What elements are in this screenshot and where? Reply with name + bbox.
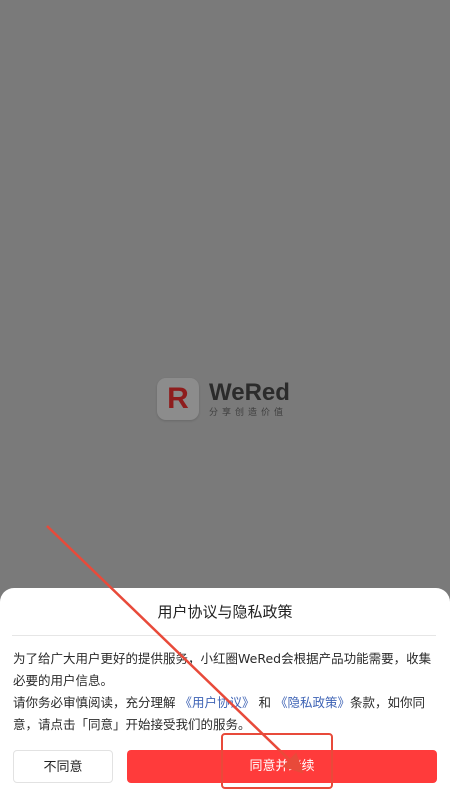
dialog-body: 为了给广大用户更好的提供服务，小红圈WeRed会根据产品功能需要，收集必要的用户… [13,648,439,736]
app-logo: R WeRed 分享创造价值 [157,378,290,420]
user-agreement-link[interactable]: 《用户协议》 [180,695,255,710]
logo-letter: R [167,382,189,415]
app-name: WeRed [209,378,290,406]
logo-text: WeRed 分享创造价值 [209,378,290,419]
privacy-policy-link[interactable]: 《隐私政策》 [275,695,350,710]
paragraph-2-prefix: 请你务必审慎阅读，充分理解 [13,695,176,710]
dialog-divider [12,635,436,636]
dialog-paragraph-1: 为了给广大用户更好的提供服务，小红圈WeRed会根据产品功能需要，收集必要的用户… [13,651,432,688]
conjunction-text: 和 [258,695,272,710]
app-tagline: 分享创造价值 [209,407,288,418]
annotation-highlight-box [221,733,333,789]
disagree-button[interactable]: 不同意 [13,750,113,783]
dialog-title: 用户协议与隐私政策 [157,603,293,621]
logo-icon: R [157,378,199,420]
dialog-paragraph-2: 请你务必审慎阅读，充分理解 《用户协议》 和 《隐私政策》条款，如你同意，请点击… [13,692,439,736]
